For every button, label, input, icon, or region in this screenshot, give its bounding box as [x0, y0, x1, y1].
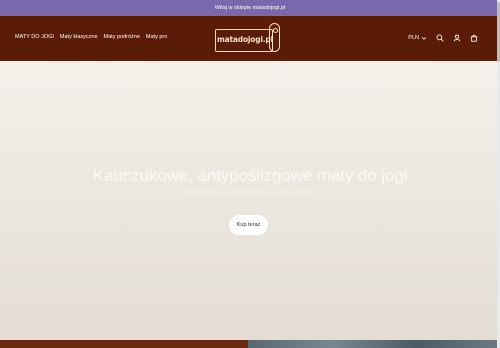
search-icon[interactable]: [436, 34, 444, 42]
currency-selector[interactable]: PLN: [408, 35, 427, 41]
preview-image-left: [0, 340, 248, 348]
currency-label: PLN: [408, 35, 419, 41]
site-logo[interactable]: matadojogi.pl: [215, 23, 281, 54]
nav-item-maty-pro[interactable]: Maty pro: [146, 34, 167, 40]
announcement-text: Witaj w sklepie matadojogi.pl: [214, 5, 286, 11]
hero-subtitle: Piękne wzory | Najlepsze maty | Szybka w…: [185, 190, 315, 196]
nav-item-maty-do-jogi[interactable]: MATY DO JOGI: [15, 34, 54, 40]
nav-item-maty-podrozne[interactable]: Maty podróżne: [104, 34, 140, 40]
preview-image-right: [248, 340, 500, 348]
nav-item-maty-klasyczne[interactable]: Maty klasyczne: [60, 34, 98, 40]
hero-title: Kauczukowe, antypoślizgowe maty do jogi: [92, 166, 408, 185]
cart-icon[interactable]: [470, 34, 478, 42]
announcement-bar: Witaj w sklepie matadojogi.pl: [0, 0, 500, 16]
account-icon[interactable]: [453, 34, 461, 42]
site-header: MATY DO JOGI Maty klasyczne Maty podróżn…: [0, 16, 500, 61]
logo-text: matadojogi.pl: [217, 35, 273, 44]
main-nav: MATY DO JOGI Maty klasyczne Maty podróżn…: [15, 34, 167, 40]
hero-banner: Kauczukowe, antypoślizgowe maty do jogi …: [0, 61, 500, 340]
header-actions: PLN: [408, 34, 478, 42]
chevron-down-icon: [421, 35, 427, 41]
next-section-preview: [0, 340, 500, 348]
shop-now-button[interactable]: Kup teraz: [229, 215, 268, 235]
